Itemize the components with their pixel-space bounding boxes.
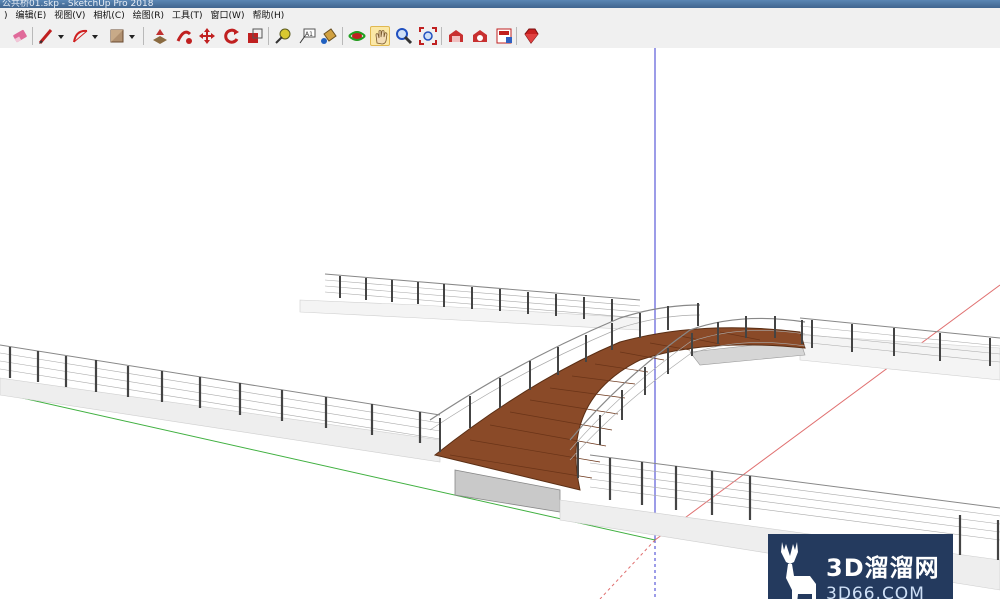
menu-item-view[interactable]: 视图(V) (50, 8, 89, 24)
eraser-icon[interactable] (10, 26, 30, 46)
text-icon[interactable]: A1 (297, 26, 317, 46)
extension-warehouse-icon[interactable] (470, 26, 490, 46)
toolbar-separator (516, 27, 517, 45)
toolbar-separator (32, 27, 33, 45)
toolbar-separator (441, 27, 442, 45)
scale-icon[interactable] (245, 26, 265, 46)
red-axis-negative (599, 539, 656, 599)
menu-bar: ) 编辑(E) 视图(V) 相机(C) 绘图(R) 工具(T) 窗口(W) 帮助… (0, 8, 1000, 24)
tape-measure-icon[interactable] (273, 26, 293, 46)
ruby-gem-icon[interactable] (521, 26, 541, 46)
menu-item-draw[interactable]: 绘图(R) (129, 8, 168, 24)
warehouse-icon[interactable] (446, 26, 466, 46)
modeling-viewport[interactable]: 3D溜溜网 3D66.COM (0, 48, 1000, 599)
svg-text:A1: A1 (305, 31, 313, 38)
orbit-icon[interactable] (347, 26, 367, 46)
watermark-title: 3D溜溜网 (826, 554, 940, 582)
menu-item-tools[interactable]: 工具(T) (168, 8, 207, 24)
watermark-url: 3D66.COM (826, 584, 925, 599)
paint-bucket-icon[interactable] (319, 26, 339, 46)
left-near-railing (0, 344, 441, 463)
deer-logo-icon (781, 542, 816, 599)
push-pull-icon[interactable] (150, 26, 170, 46)
toolbar-separator (143, 27, 144, 45)
move-icon[interactable] (197, 26, 217, 46)
pencil-line-icon[interactable] (36, 26, 56, 46)
toolbar-separator (268, 27, 269, 45)
menu-item-camera[interactable]: 相机(C) (89, 8, 128, 24)
pan-hand-icon[interactable] (370, 26, 390, 46)
layout-icon[interactable] (494, 26, 514, 46)
arc-icon[interactable] (70, 26, 90, 46)
zoom-icon[interactable] (394, 26, 414, 46)
rectangle-icon[interactable] (107, 26, 127, 46)
menu-item-window[interactable]: 窗口(W) (207, 8, 249, 24)
title-bar: 公共桥01.skp - SketchUp Pro 2018 (0, 0, 1000, 8)
far-railing (299, 273, 641, 331)
menu-item-file[interactable]: ) (0, 8, 12, 24)
rotate-icon[interactable] (221, 26, 241, 46)
window-title: 公共桥01.skp - SketchUp Pro 2018 (2, 0, 154, 8)
menu-item-help[interactable]: 帮助(H) (248, 8, 288, 24)
toolbar-separator (342, 27, 343, 45)
right-far-railing (799, 317, 1000, 381)
scene-canvas (0, 48, 1000, 599)
chevron-down-icon[interactable] (57, 26, 65, 46)
zoom-extents-icon[interactable] (418, 26, 438, 46)
large-tool-set-toolbar: A1 (0, 24, 1000, 49)
watermark-badge: 3D溜溜网 3D66.COM (768, 534, 953, 599)
chevron-down-icon[interactable] (128, 26, 136, 46)
follow-me-icon[interactable] (174, 26, 194, 46)
menu-item-edit[interactable]: 编辑(E) (12, 8, 51, 24)
chevron-down-icon[interactable] (91, 26, 99, 46)
